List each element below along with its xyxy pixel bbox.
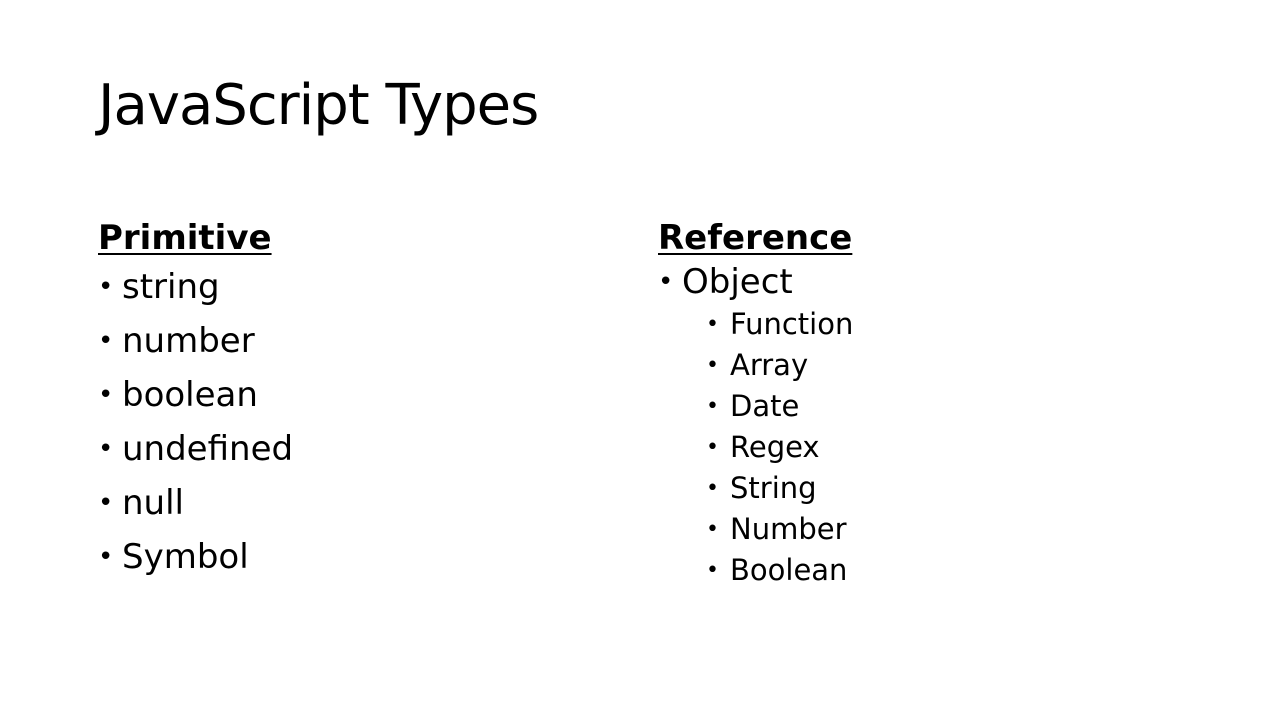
sublist-item: Boolean: [706, 550, 853, 591]
primitive-heading: Primitive: [98, 218, 272, 258]
sublist-item: Number: [706, 509, 853, 550]
list-item: Symbol: [98, 530, 293, 584]
object-sublist: Function Array Date Regex String Number …: [706, 304, 853, 591]
reference-column: Reference Object Function Array Date Reg…: [658, 216, 853, 591]
list-item-object: Object Function Array Date Regex String …: [658, 260, 853, 591]
slide-title: JavaScript Types: [98, 73, 539, 138]
sublist-item: Regex: [706, 427, 853, 468]
sublist-item: Function: [706, 304, 853, 345]
primitive-list: string number boolean undefined null Sym…: [98, 260, 293, 584]
sublist-item: Date: [706, 386, 853, 427]
primitive-column: Primitive string number boolean undefine…: [98, 216, 293, 584]
list-item: string: [98, 260, 293, 314]
list-item: null: [98, 476, 293, 530]
list-item: undefined: [98, 422, 293, 476]
sublist-item: String: [706, 468, 853, 509]
list-item: number: [98, 314, 293, 368]
sublist-item: Array: [706, 345, 853, 386]
reference-list: Object Function Array Date Regex String …: [658, 260, 853, 591]
list-item: boolean: [98, 368, 293, 422]
reference-heading: Reference: [658, 218, 853, 258]
list-item-label: Object: [682, 262, 793, 302]
slide: JavaScript Types Primitive string number…: [0, 0, 1280, 720]
